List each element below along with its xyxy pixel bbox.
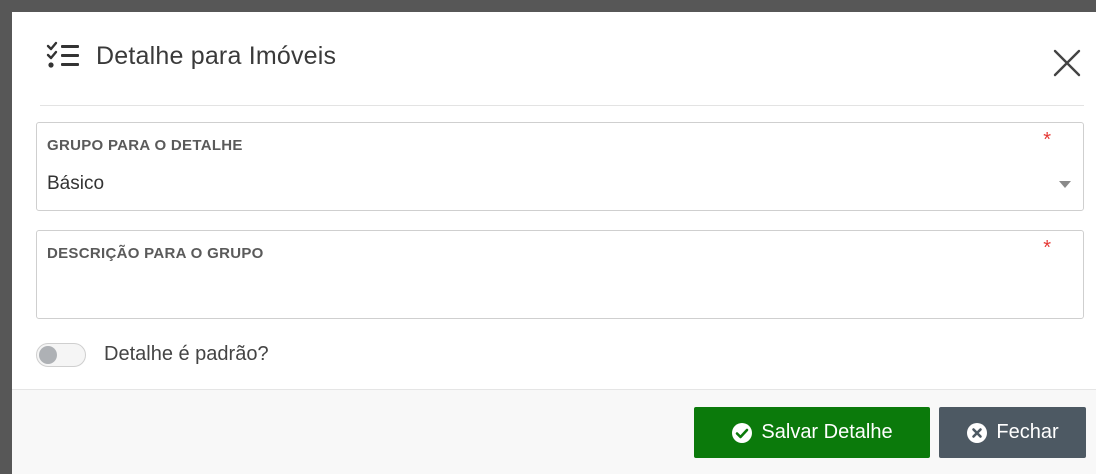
group-selected-value: Básico bbox=[47, 173, 105, 194]
checklist-icon bbox=[46, 40, 80, 70]
description-input[interactable] bbox=[47, 275, 1031, 311]
default-toggle-label: Detalhe é padrão? bbox=[104, 343, 269, 365]
detail-modal: Detalhe para Imóveis GRUPO PARA O DETALH… bbox=[12, 12, 1096, 474]
save-detail-button[interactable]: Salvar Detalhe bbox=[694, 407, 930, 458]
check-circle-icon bbox=[731, 422, 753, 444]
description-field-label: DESCRIÇÃO PARA O GRUPO bbox=[47, 245, 264, 262]
group-select[interactable]: GRUPO PARA O DETALHE * Básico bbox=[36, 122, 1084, 211]
close-icon[interactable] bbox=[1052, 48, 1082, 78]
chevron-down-icon[interactable] bbox=[1059, 181, 1071, 188]
description-field: DESCRIÇÃO PARA O GRUPO * bbox=[36, 230, 1084, 319]
modal-title: Detalhe para Imóveis bbox=[96, 42, 337, 70]
save-detail-label: Salvar Detalhe bbox=[761, 421, 893, 443]
close-label: Fechar bbox=[996, 421, 1059, 443]
close-button[interactable]: Fechar bbox=[939, 407, 1086, 458]
modal-footer: Salvar Detalhe Fechar bbox=[12, 389, 1096, 474]
default-toggle[interactable] bbox=[36, 343, 86, 367]
required-marker: * bbox=[1043, 129, 1051, 151]
toggle-knob bbox=[39, 346, 57, 364]
group-field-label: GRUPO PARA O DETALHE bbox=[47, 137, 243, 154]
modal-header: Detalhe para Imóveis bbox=[40, 12, 1084, 106]
times-circle-icon bbox=[966, 422, 988, 444]
required-marker: * bbox=[1043, 237, 1051, 259]
